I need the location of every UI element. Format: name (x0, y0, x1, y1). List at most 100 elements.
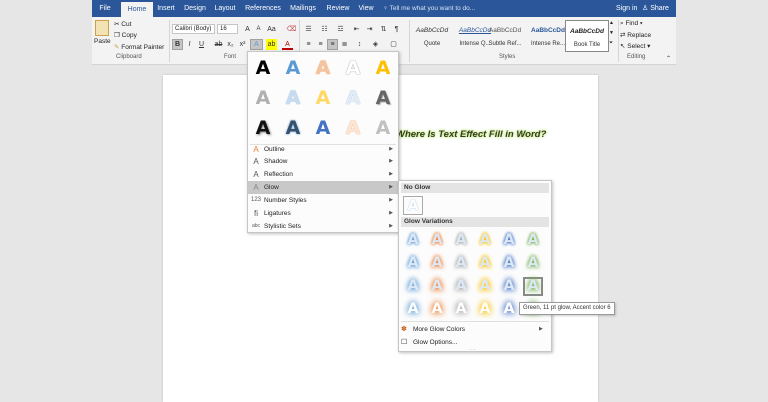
style-intense-reference[interactable]: AaBbCcDd Intense Re... (526, 20, 570, 52)
text-effects-icon[interactable]: A (250, 39, 263, 50)
glow-variation-option[interactable]: A (475, 277, 495, 296)
format-painter-button[interactable]: ✎ Format Painter (114, 43, 164, 51)
text-effect-style[interactable]: A (280, 116, 306, 140)
strikethrough-icon[interactable]: ab (213, 39, 224, 50)
tab-design[interactable]: Design (182, 0, 208, 17)
text-effect-style[interactable]: A (280, 56, 306, 80)
bullets-icon[interactable]: ☰ (303, 24, 314, 35)
text-effect-style[interactable]: A (250, 116, 276, 140)
glow-variation-option[interactable]: A (403, 300, 423, 319)
glow-variation-option[interactable]: A (403, 231, 423, 250)
menu-item-ligatures[interactable]: fi Ligatures ▶ (248, 207, 398, 220)
glow-variation-option[interactable]: A (523, 231, 543, 250)
tab-view[interactable]: View (356, 0, 376, 17)
glow-options-item[interactable]: ☐ Glow Options... (401, 337, 457, 348)
numbering-icon[interactable]: ☷ (319, 24, 330, 35)
sort-icon[interactable]: ⇅ (378, 24, 389, 35)
glow-variation-option[interactable]: A (499, 300, 519, 319)
resize-grip-icon[interactable]: ···· (469, 347, 476, 353)
font-name-combo[interactable]: Calibri (Body) (172, 24, 215, 34)
glow-variation-option[interactable]: A (475, 254, 495, 273)
multilevel-list-icon[interactable]: ☲ (335, 24, 346, 35)
more-glow-colors-item[interactable]: ✽ More Glow Colors ▶ (401, 324, 549, 335)
menu-item-stylistic-sets[interactable]: abc Stylistic Sets ▶ (248, 220, 398, 233)
bold-icon[interactable]: B (172, 39, 183, 50)
grow-font-icon[interactable]: A (242, 24, 253, 35)
share-button[interactable]: ♙ Share (642, 0, 669, 17)
align-center-icon[interactable]: ≡ (315, 39, 326, 50)
styles-scroll-down-icon[interactable]: ▼ (609, 30, 614, 36)
style-quote[interactable]: AaBbCcDd Quote (410, 20, 454, 52)
glow-variation-option[interactable]: A (475, 231, 495, 250)
show-marks-icon[interactable]: ¶ (391, 24, 402, 35)
align-left-icon[interactable]: ≡ (303, 39, 314, 50)
glow-variation-option[interactable]: A (427, 300, 447, 319)
tab-layout[interactable]: Layout (213, 0, 237, 17)
decrease-indent-icon[interactable]: ⇤ (351, 24, 362, 35)
change-case-icon[interactable]: Aa (266, 24, 277, 35)
style-subtle-reference[interactable]: AaBbCcDd Subtle Ref... (483, 20, 527, 52)
glow-variation-option[interactable]: A (427, 231, 447, 250)
clear-formatting-icon[interactable]: ⌫ (286, 24, 297, 35)
text-effect-style[interactable]: A (370, 56, 396, 80)
paste-icon[interactable] (95, 20, 109, 36)
superscript-icon[interactable]: x² (237, 39, 248, 50)
menu-item-reflection[interactable]: A Reflection ▶ (248, 168, 398, 181)
styles-scroll-up-icon[interactable]: ▲ (609, 20, 614, 26)
styles-more-icon[interactable]: ⏷ (609, 40, 613, 46)
tab-mailings[interactable]: Mailings (288, 0, 318, 17)
text-effect-style[interactable]: A (250, 86, 276, 110)
text-effect-style[interactable]: A (340, 86, 366, 110)
glow-variation-option[interactable]: A (403, 254, 423, 273)
tab-file[interactable]: File (92, 0, 118, 17)
italic-icon[interactable]: I (184, 39, 195, 50)
shrink-font-icon[interactable]: A (253, 24, 264, 35)
glow-variation-option[interactable]: A (499, 254, 519, 273)
glow-variation-option[interactable]: A (451, 277, 471, 296)
underline-icon[interactable]: U (196, 39, 207, 50)
increase-indent-icon[interactable]: ⇥ (364, 24, 375, 35)
find-button[interactable]: ⌕ Find ▾ (620, 20, 643, 28)
tab-references[interactable]: References (244, 0, 282, 17)
glow-variation-option[interactable]: A (475, 300, 495, 319)
borders-icon[interactable]: ▢ (388, 39, 399, 50)
tab-insert[interactable]: Insert (155, 0, 177, 17)
text-effect-style[interactable]: A (310, 56, 336, 80)
cut-button[interactable]: ✂ Cut (114, 20, 131, 28)
glow-variation-option[interactable]: A (427, 254, 447, 273)
style-book-title[interactable]: AaBbCcDd Book Title (565, 20, 609, 52)
menu-item-shadow[interactable]: A Shadow ▶ (248, 155, 398, 168)
text-effect-style[interactable]: A (370, 86, 396, 110)
align-right-icon[interactable]: ≡ (327, 39, 338, 50)
glow-variation-option[interactable]: A (499, 277, 519, 296)
text-effect-style[interactable]: A (280, 86, 306, 110)
glow-variation-option[interactable]: A (523, 277, 543, 296)
line-spacing-icon[interactable]: ↕ (354, 39, 365, 50)
glow-variation-option[interactable]: A (499, 231, 519, 250)
glow-variation-option[interactable]: A (403, 277, 423, 296)
glow-variation-option[interactable]: A (451, 300, 471, 319)
text-effect-style[interactable]: A (340, 116, 366, 140)
no-glow-option[interactable]: A (403, 196, 423, 215)
paste-button[interactable]: Paste (94, 38, 111, 45)
highlight-icon[interactable]: ab (266, 39, 277, 50)
subscript-icon[interactable]: x₂ (225, 39, 236, 50)
text-effect-style[interactable]: A (340, 56, 366, 80)
tell-me-search[interactable]: ♀ Tell me what you want to do... (383, 0, 475, 17)
select-button[interactable]: ↖ Select ▾ (620, 42, 650, 50)
glow-variation-option[interactable]: A (451, 231, 471, 250)
font-color-icon[interactable]: A (282, 39, 293, 50)
glow-variation-option[interactable]: A (523, 254, 543, 273)
document-heading[interactable]: Where Is Text Effect Fill in Word? (396, 129, 546, 140)
tab-review[interactable]: Review (325, 0, 351, 17)
text-effect-style[interactable]: A (310, 116, 336, 140)
sign-in-link[interactable]: Sign in (616, 0, 637, 17)
text-effect-style[interactable]: A (370, 116, 396, 140)
menu-item-number-styles[interactable]: 123 Number Styles ▶ (248, 194, 398, 207)
glow-variation-option[interactable]: A (451, 254, 471, 273)
text-effect-style[interactable]: A (250, 56, 276, 80)
glow-variation-option[interactable]: A (427, 277, 447, 296)
menu-item-glow[interactable]: A Glow ▶ (248, 181, 398, 194)
justify-icon[interactable]: ≣ (339, 39, 350, 50)
replace-button[interactable]: ⇄ Replace (620, 31, 651, 39)
